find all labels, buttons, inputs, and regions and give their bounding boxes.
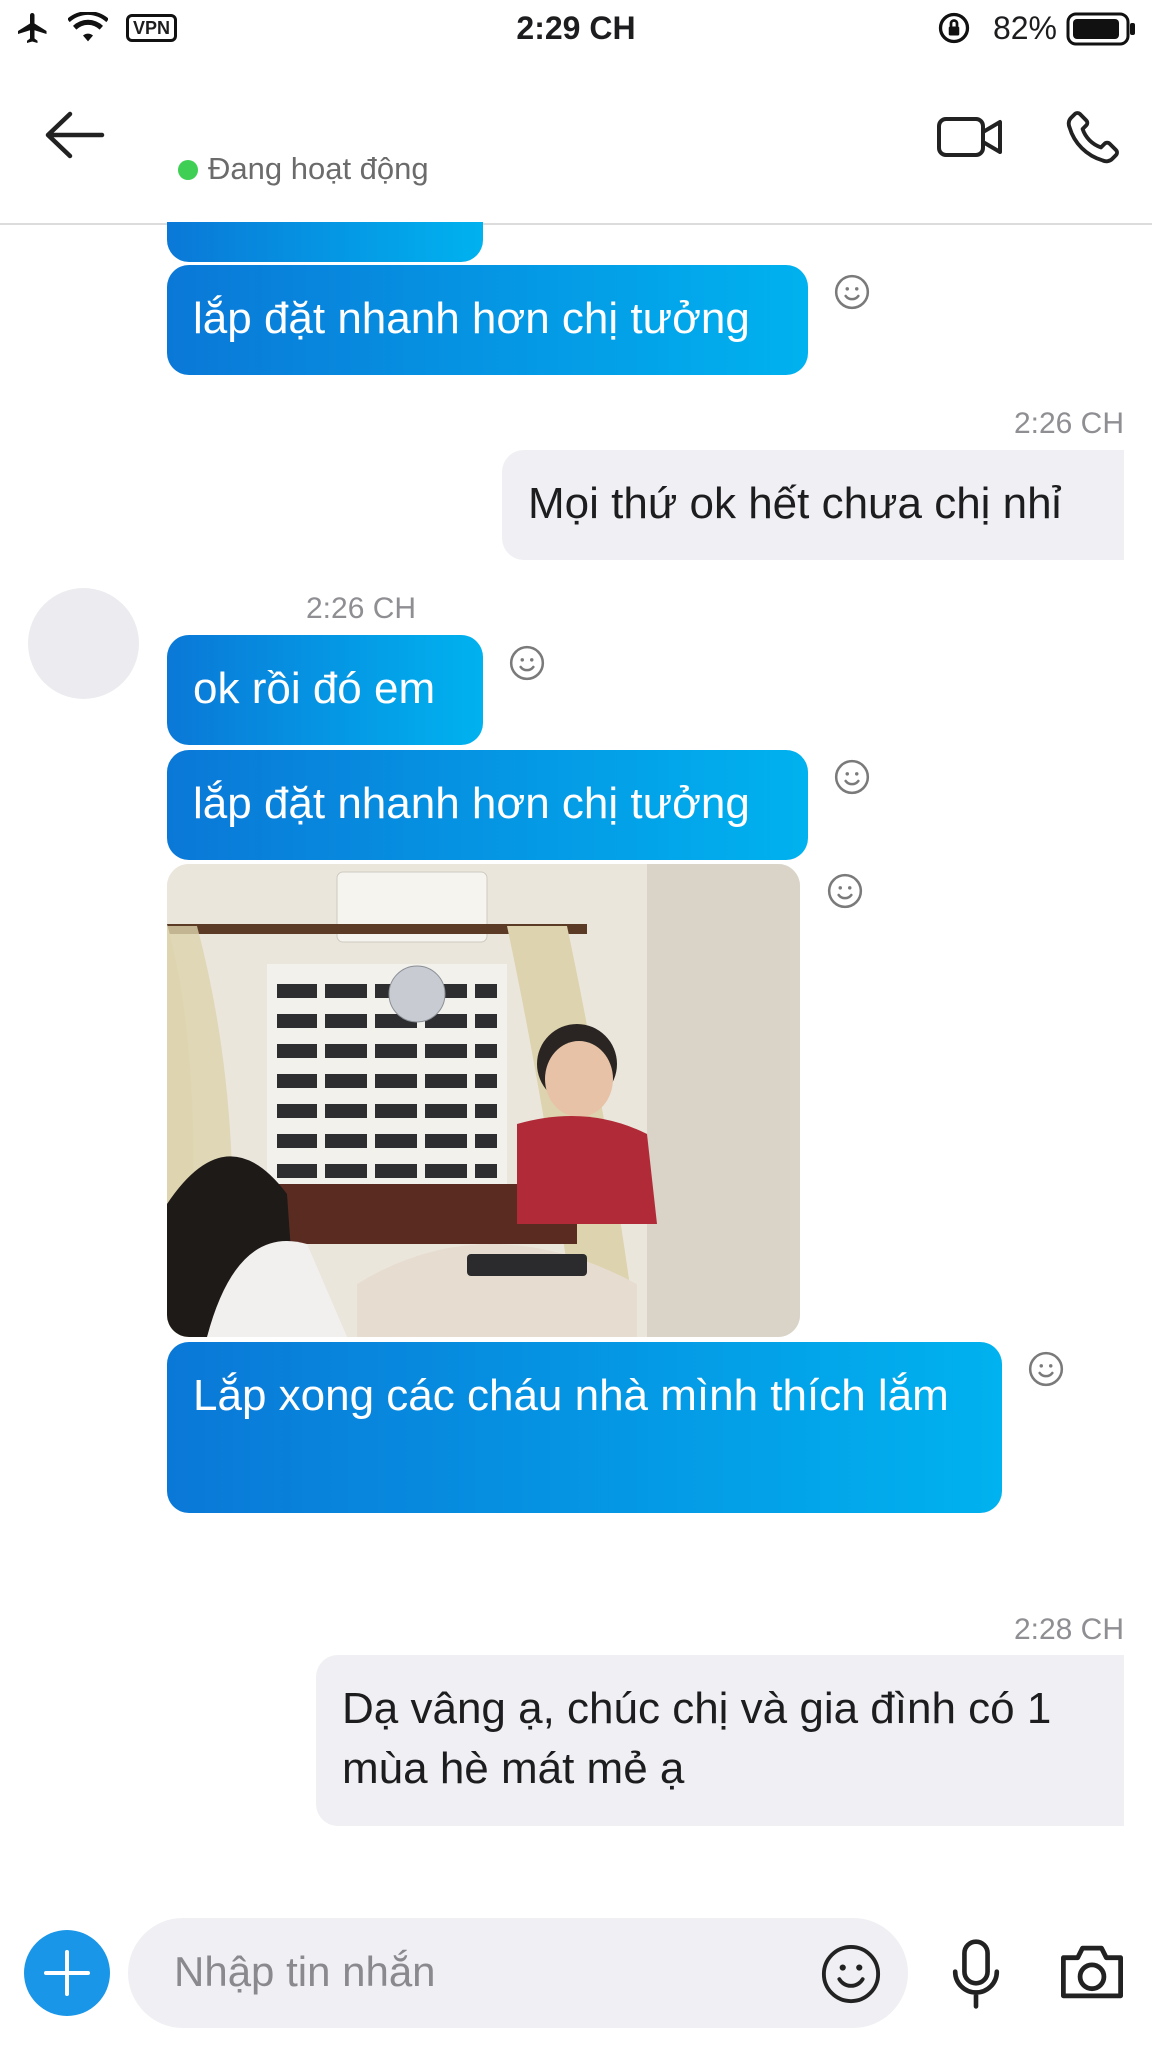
message-input-placeholder: Nhập tin nhắn (174, 1948, 436, 1995)
emoji-icon[interactable] (820, 1943, 882, 2005)
smiley-icon[interactable] (833, 273, 871, 311)
message-bubble-outgoing[interactable]: Dạ vâng ạ, chúc chị và gia đình có 1 mùa… (316, 1655, 1124, 1826)
message-bubble-incoming[interactable]: lắp đặt nhanh hơn chị tưởng (167, 750, 808, 860)
message-bubble-incoming[interactable]: lắp đặt nhanh hơn chị tưởng (167, 265, 808, 375)
message-bubble-outgoing[interactable]: Mọi thứ ok hết chưa chị nhỉ (502, 450, 1124, 560)
status-bar: VPN 2:29 CH 82% (0, 0, 1152, 58)
message-text: ok rồi đó em (193, 664, 436, 713)
photo-content (167, 864, 800, 1337)
add-attachment-button[interactable] (24, 1930, 110, 2016)
battery-icon (1066, 12, 1135, 46)
smiley-icon[interactable] (1027, 1350, 1065, 1388)
message-timestamp: 2:26 CH (306, 592, 417, 625)
message-text: Lắp xong các cháu nhà mình thích lắm (193, 1371, 949, 1420)
camera-icon[interactable] (1056, 1941, 1128, 2003)
battery-percent: 82% (992, 10, 1057, 46)
message-timestamp: 2:26 CH (1013, 407, 1124, 440)
smiley-icon[interactable] (508, 644, 546, 682)
message-bubble-incoming[interactable]: ok rồi đó em (167, 635, 483, 745)
presence-status: Đang hoạt động (208, 151, 429, 186)
photo-message[interactable] (167, 864, 800, 1337)
message-text: lắp đặt nhanh hơn chị tưởng (193, 779, 750, 828)
avatar[interactable] (28, 588, 139, 699)
message-bubble-incoming[interactable]: Lắp xong các cháu nhà mình thích lắm (167, 1342, 1002, 1513)
orientation-lock-icon (938, 12, 970, 44)
phone-call-icon[interactable] (1064, 108, 1122, 166)
message-timestamp: 2:28 CH (1013, 1613, 1124, 1646)
microphone-icon[interactable] (948, 1937, 1004, 2011)
plus-icon (44, 1950, 90, 1996)
online-status-dot (178, 160, 198, 180)
message-bubble-clipped (167, 222, 483, 262)
smiley-icon[interactable] (826, 872, 864, 910)
clock: 2:29 CH (516, 10, 636, 46)
video-call-icon[interactable] (936, 112, 1004, 162)
smiley-icon[interactable] (833, 758, 871, 796)
message-text: Mọi thứ ok hết chưa chị nhỉ (528, 479, 1062, 528)
back-arrow-icon[interactable] (44, 110, 106, 160)
message-text: lắp đặt nhanh hơn chị tưởng (193, 294, 750, 343)
message-text: Dạ vâng ạ, chúc chị và gia đình có 1 mùa… (342, 1684, 1052, 1793)
